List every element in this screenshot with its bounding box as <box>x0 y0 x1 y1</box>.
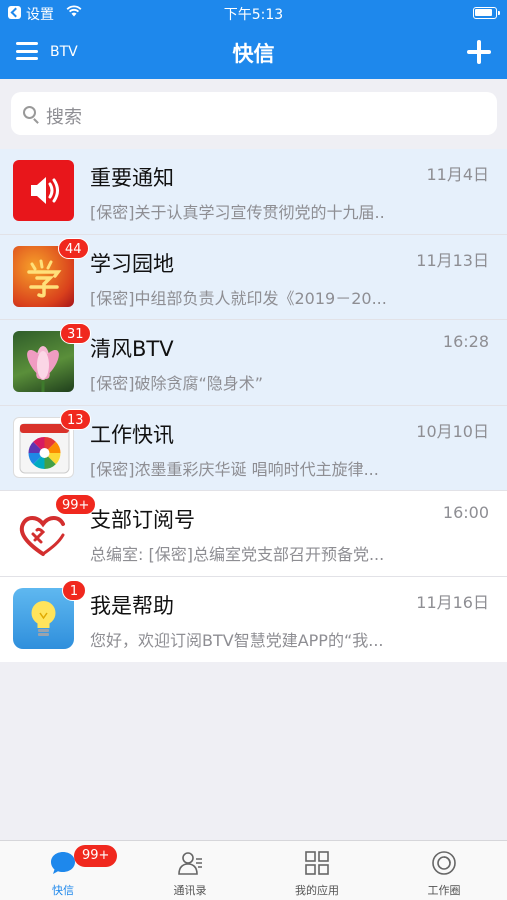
tab-label: 快信 <box>52 884 74 897</box>
conversation-list: 重要通知 11月4日 [保密]关于认真学习宣传贯彻党的十九届.. 44 学习园地… <box>0 149 507 662</box>
status-bar: 设置 下午5:13 <box>0 0 507 28</box>
tab-bar: 99+ 快信 通讯录 我的应用 工作圈 <box>0 840 507 900</box>
unread-badge: 13 <box>60 408 91 430</box>
nav-bar: BTV 快信 <box>0 28 507 79</box>
conversation-row[interactable]: 重要通知 11月4日 [保密]关于认真学习宣传贯彻党的十九届.. <box>0 149 507 235</box>
conversation-time: 11月13日 <box>416 250 489 270</box>
tab-label: 通讯录 <box>173 884 207 897</box>
contacts-icon <box>178 852 202 875</box>
conversation-row[interactable]: 44 学习园地 11月13日 [保密]中组部负责人就印发《2019－20... <box>0 234 507 320</box>
conversation-row[interactable]: 99+ 支部订阅号 16:00 总编室: [保密]总编室党支部召开预备党... <box>0 491 507 577</box>
conversation-row[interactable]: 31 清风BTV 16:28 [保密]破除贪腐“隐身术” <box>0 320 507 406</box>
conversation-time: 16:00 <box>442 503 489 522</box>
conversation-preview: [保密]关于认真学习宣传贯彻党的十九届.. <box>90 203 385 222</box>
conversation-title: 重要通知 <box>90 166 174 190</box>
apps-grid-icon <box>305 851 329 875</box>
search-icon <box>23 106 36 119</box>
tab-my-apps[interactable]: 我的应用 <box>254 841 380 900</box>
unread-badge: 1 <box>62 579 86 601</box>
chat-bubble-icon <box>51 852 75 874</box>
tab-work-circle[interactable]: 工作圈 <box>381 841 507 900</box>
search-placeholder[interactable]: 搜索 <box>46 103 82 129</box>
conversation-title: 工作快讯 <box>90 422 174 447</box>
conversation-time: 11月4日 <box>426 165 489 184</box>
conversation-preview: 您好，欢迎订阅BTV智慧党建APP的“我... <box>90 630 384 650</box>
conversation-time: 10月10日 <box>416 421 489 441</box>
search-bar[interactable]: 搜索 <box>11 92 497 135</box>
tab-contacts[interactable]: 通讯录 <box>127 841 253 900</box>
unread-badge: 44 <box>58 237 89 259</box>
tab-kuaixin[interactable]: 99+ 快信 <box>0 841 126 900</box>
tab-label: 我的应用 <box>295 884 339 897</box>
conversation-time: 11月16日 <box>416 592 489 612</box>
conversation-row[interactable]: 1 我是帮助 11月16日 您好，欢迎订阅BTV智慧党建APP的“我... <box>0 576 507 662</box>
page-title: 快信 <box>232 42 275 66</box>
unread-badge: 31 <box>60 323 91 344</box>
conversation-row[interactable]: 13 工作快讯 10月10日 [保密]浓墨重彩庆华诞 唱响时代主旋律... <box>0 405 507 491</box>
conversation-time: 16:28 <box>442 332 489 351</box>
top-bar: 设置 下午5:13 BTV 快信 <box>0 0 507 79</box>
conversation-preview: [保密]中组部负责人就印发《2019－20... <box>90 288 387 308</box>
work-circle-icon <box>432 851 456 875</box>
conversation-title: 清风BTV <box>90 337 174 361</box>
conversation-title: 支部订阅号 <box>90 508 195 532</box>
conversation-title: 我是帮助 <box>90 593 174 618</box>
tab-unread-badge: 99+ <box>74 845 118 867</box>
conversation-preview: [保密]破除贪腐“隐身术” <box>90 374 264 393</box>
add-icon[interactable] <box>467 40 491 64</box>
status-time: 下午5:13 <box>223 7 284 23</box>
speaker-icon <box>13 160 74 221</box>
battery-icon <box>473 7 500 19</box>
conversation-preview: [保密]浓墨重彩庆华诞 唱响时代主旋律... <box>90 459 379 479</box>
conversation-title: 学习园地 <box>90 251 174 276</box>
tab-label: 工作圈 <box>427 884 461 897</box>
conversation-preview: 总编室: [保密]总编室党支部召开预备党... <box>90 545 385 564</box>
